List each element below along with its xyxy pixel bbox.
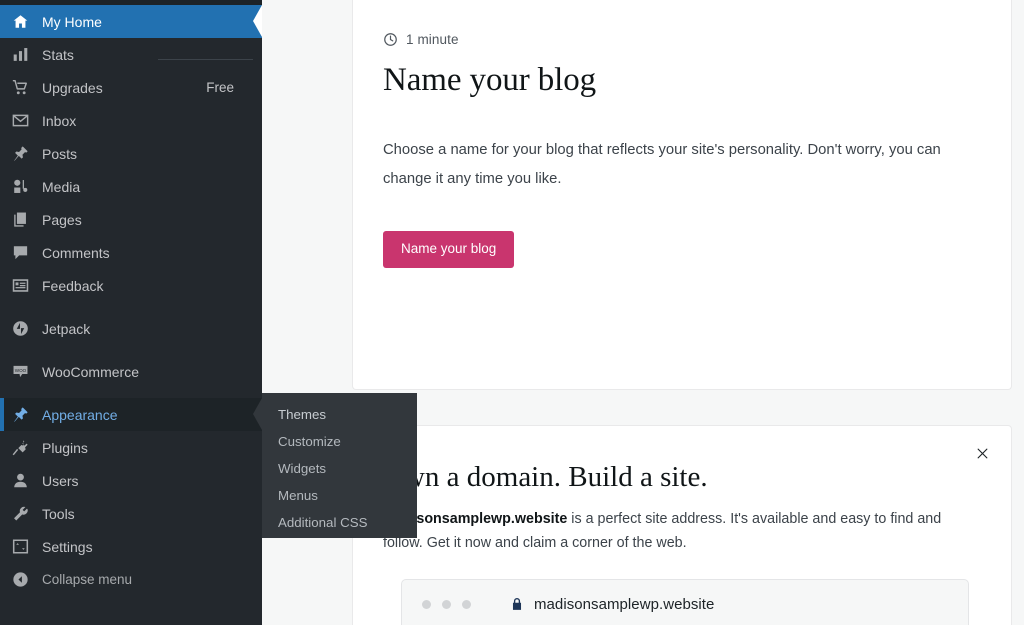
browser-address-bar: madisonsamplewp.website: [511, 589, 968, 619]
browser-dot: [422, 599, 431, 609]
bar-chart-icon: [10, 45, 30, 65]
close-icon[interactable]: [969, 440, 995, 466]
woocommerce-icon: WOO: [10, 362, 30, 382]
task-card: 1 minute Name your blog Choose a name fo…: [352, 0, 1012, 390]
collapse-menu-button[interactable]: Collapse menu: [0, 563, 262, 596]
sidebar-label: Appearance: [42, 406, 118, 423]
sidebar-item-users[interactable]: Users: [0, 464, 262, 497]
sidebar-label: Plugins: [42, 439, 88, 456]
pin-icon: [10, 144, 30, 164]
submenu-item-customize[interactable]: Customize: [262, 428, 417, 455]
sidebar-item-inbox[interactable]: Inbox: [0, 104, 262, 137]
menu-spacer: [0, 345, 262, 355]
browser-dot: [462, 599, 471, 609]
menu-spacer: [0, 302, 262, 312]
home-icon: [10, 12, 30, 32]
sidebar-label: Jetpack: [42, 320, 91, 337]
sidebar-menu: My Home Stats Upgrades Free Inbox Posts …: [0, 5, 262, 596]
page-title: Name your blog: [383, 62, 597, 98]
cart-icon: [10, 78, 30, 98]
sidebar-item-appearance[interactable]: Appearance: [0, 398, 262, 431]
user-icon: [10, 471, 30, 491]
domain-promo-card: Own a domain. Build a site. madisonsampl…: [352, 425, 1012, 625]
sidebar-item-settings[interactable]: Settings: [0, 530, 262, 563]
duration-row: 1 minute: [383, 32, 459, 47]
sidebar-item-my-home[interactable]: My Home: [0, 5, 262, 38]
sidebar-item-upgrades[interactable]: Upgrades Free: [0, 71, 262, 104]
promo-description: madisonsamplewp.website is a perfect sit…: [383, 508, 958, 555]
sidebar-item-feedback[interactable]: Feedback: [0, 269, 262, 302]
chevron-left-circle-icon: [10, 570, 30, 590]
settings-icon: [10, 537, 30, 557]
media-icon: [10, 177, 30, 197]
menu-spacer: [0, 388, 262, 398]
envelope-icon: [10, 111, 30, 131]
browser-traffic-lights: [422, 599, 471, 609]
sidebar-label: Comments: [42, 244, 110, 261]
comment-icon: [10, 243, 30, 263]
sidebar-label: My Home: [42, 13, 102, 30]
sidebar-item-pages[interactable]: Pages: [0, 203, 262, 236]
task-description: Choose a name for your blog that reflect…: [383, 142, 941, 187]
feedback-icon: [10, 276, 30, 296]
sidebar-item-media[interactable]: Media: [0, 170, 262, 203]
svg-text:WOO: WOO: [14, 368, 26, 373]
sidebar-label: Posts: [42, 145, 78, 162]
appearance-submenu: Themes Customize Widgets Menus Additiona…: [262, 393, 417, 538]
duration-label: 1 minute: [406, 32, 459, 47]
collapse-menu-label: Collapse menu: [42, 572, 133, 587]
sidebar-item-plugins[interactable]: Plugins: [0, 431, 262, 464]
submenu-item-menus[interactable]: Menus: [262, 482, 417, 509]
sidebar-label: Settings: [42, 538, 93, 555]
sidebar-item-woocommerce[interactable]: WOO WooCommerce: [0, 355, 262, 388]
submenu-item-themes[interactable]: Themes: [262, 401, 417, 428]
submenu-item-widgets[interactable]: Widgets: [262, 455, 417, 482]
browser-url: madisonsamplewp.website: [534, 595, 715, 613]
plug-icon: [10, 438, 30, 458]
pages-icon: [10, 210, 30, 230]
browser-mockup: madisonsamplewp.website: [401, 579, 969, 625]
promo-title: Own a domain. Build a site.: [383, 461, 708, 493]
sidebar-label: Stats: [42, 46, 74, 63]
sidebar-label: Tools: [42, 505, 75, 522]
paintbrush-icon: [10, 405, 30, 425]
sidebar-item-jetpack[interactable]: Jetpack: [0, 312, 262, 345]
clock-icon: [383, 32, 398, 47]
sidebar-item-posts[interactable]: Posts: [0, 137, 262, 170]
name-your-blog-button[interactable]: Name your blog: [383, 231, 515, 268]
browser-dot: [442, 599, 451, 609]
sidebar-label: Media: [42, 178, 81, 195]
active-arrow-indicator: [253, 5, 262, 37]
sidebar-label: Feedback: [42, 277, 104, 294]
submenu-item-additional-css[interactable]: Additional CSS: [262, 509, 417, 536]
sidebar-label: Users: [42, 472, 79, 489]
sidebar-item-comments[interactable]: Comments: [0, 236, 262, 269]
upgrades-plan-badge: Free: [206, 80, 234, 95]
sidebar-item-stats[interactable]: Stats: [0, 38, 262, 71]
open-arrow-indicator: [253, 398, 262, 430]
lock-icon: [511, 597, 523, 611]
sidebar-label: Upgrades: [42, 79, 103, 96]
wrench-icon: [10, 504, 30, 524]
admin-sidebar: My Home Stats Upgrades Free Inbox Posts …: [0, 0, 262, 625]
sidebar-item-tools[interactable]: Tools: [0, 497, 262, 530]
jetpack-icon: [10, 319, 30, 339]
sidebar-label: Inbox: [42, 112, 77, 129]
browser-chrome-bar: madisonsamplewp.website: [402, 580, 968, 625]
sidebar-label: WooCommerce: [42, 363, 139, 380]
sidebar-label: Pages: [42, 211, 82, 228]
